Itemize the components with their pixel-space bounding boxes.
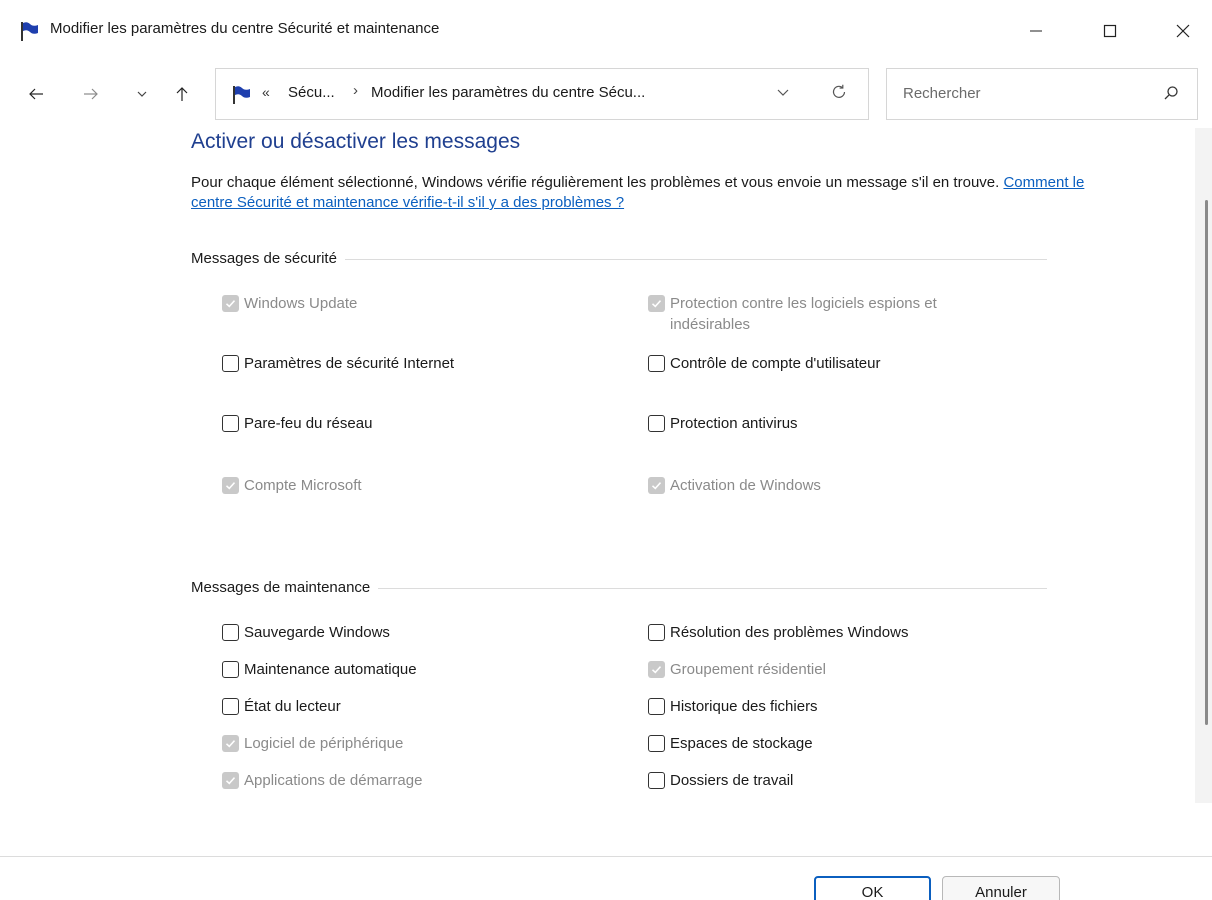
window-title: Modifier les paramètres du centre Sécuri… bbox=[50, 20, 440, 37]
up-button[interactable] bbox=[164, 76, 200, 112]
checkbox-label: Espaces de stockage bbox=[670, 735, 813, 752]
arrow-left-icon bbox=[29, 88, 43, 100]
checkbox-item: Logiciel de périphérique bbox=[222, 733, 403, 754]
chevron-down-icon[interactable] bbox=[776, 85, 790, 99]
checkbox-unchecked-icon[interactable] bbox=[648, 735, 665, 752]
chevron-down-icon bbox=[137, 91, 147, 97]
checkbox-label: Groupement résidentiel bbox=[670, 661, 826, 678]
breadcrumb-separator-icon: › bbox=[353, 82, 358, 99]
page-heading: Activer ou désactiver les messages bbox=[191, 130, 521, 153]
checkbox-item[interactable]: Paramètres de sécurité Internet bbox=[222, 353, 454, 374]
flag-icon bbox=[21, 22, 38, 41]
checkbox-label: Protection contre les logiciels espions … bbox=[670, 295, 937, 333]
scrollbar-track[interactable] bbox=[1195, 128, 1212, 803]
maximize-icon bbox=[1103, 24, 1117, 38]
search-input[interactable]: Rechercher bbox=[886, 68, 1198, 120]
checkbox-label: Pare-feu du réseau bbox=[244, 415, 373, 432]
checkbox-item[interactable]: Historique des fichiers bbox=[648, 696, 818, 717]
breadcrumb-segment-security[interactable]: Sécu... bbox=[288, 84, 335, 101]
title-bar: Modifier les paramètres du centre Sécuri… bbox=[0, 0, 1212, 62]
checkbox-item[interactable]: Espaces de stockage bbox=[648, 733, 813, 754]
checkbox-item[interactable]: Protection antivirus bbox=[648, 413, 798, 434]
checkbox-unchecked-icon[interactable] bbox=[648, 624, 665, 641]
checkbox-label: Historique des fichiers bbox=[670, 698, 818, 715]
navigation-bar: « Sécu... › Modifier les paramètres du c… bbox=[0, 62, 1212, 128]
checkbox-label: Dossiers de travail bbox=[670, 772, 794, 789]
checkbox-item: Windows Update bbox=[222, 293, 357, 314]
checkbox-checked-icon bbox=[222, 295, 239, 312]
checkbox-label: Compte Microsoft bbox=[244, 477, 362, 494]
back-button[interactable] bbox=[18, 76, 54, 112]
checkbox-label: Maintenance automatique bbox=[244, 661, 417, 678]
checkbox-item: Compte Microsoft bbox=[222, 475, 362, 496]
checkbox-item[interactable]: Maintenance automatique bbox=[222, 659, 417, 680]
checkbox-unchecked-icon[interactable] bbox=[648, 355, 665, 372]
checkbox-unchecked-icon[interactable] bbox=[222, 661, 239, 678]
maximize-button[interactable] bbox=[1080, 0, 1140, 62]
forward-button[interactable] bbox=[73, 76, 109, 112]
checkbox-unchecked-icon[interactable] bbox=[222, 355, 239, 372]
intro-paragraph: Pour chaque élément sélectionné, Windows… bbox=[191, 173, 1091, 213]
checkbox-item: Protection contre les logiciels espions … bbox=[648, 293, 1018, 335]
checkbox-label: Windows Update bbox=[244, 295, 358, 312]
checkbox-label: Résolution des problèmes Windows bbox=[670, 624, 909, 641]
checkbox-label: Applications de démarrage bbox=[244, 772, 423, 789]
checkbox-label: Contrôle de compte d'utilisateur bbox=[670, 355, 881, 372]
checkbox-label: État du lecteur bbox=[244, 698, 341, 715]
checkbox-label: Sauvegarde Windows bbox=[244, 624, 390, 641]
checkbox-item[interactable]: Contrôle de compte d'utilisateur bbox=[648, 353, 880, 374]
checkbox-unchecked-icon[interactable] bbox=[222, 415, 239, 432]
checkbox-unchecked-icon[interactable] bbox=[222, 698, 239, 715]
checkbox-unchecked-icon[interactable] bbox=[648, 415, 665, 432]
arrow-up-icon bbox=[176, 87, 188, 101]
checkbox-label: Protection antivirus bbox=[670, 415, 798, 432]
breadcrumb-segment-current[interactable]: Modifier les paramètres du centre Sécu..… bbox=[371, 84, 645, 101]
scrollbar-thumb[interactable] bbox=[1205, 200, 1208, 725]
checkbox-item: Applications de démarrage bbox=[222, 770, 422, 791]
checkbox-checked-icon bbox=[222, 772, 239, 789]
close-icon bbox=[1176, 24, 1190, 38]
checkbox-unchecked-icon[interactable] bbox=[648, 772, 665, 789]
checkbox-label: Activation de Windows bbox=[670, 477, 821, 494]
intro-text: Pour chaque élément sélectionné, Windows… bbox=[191, 174, 1004, 191]
cancel-button[interactable]: Annuler bbox=[942, 876, 1060, 900]
close-button[interactable] bbox=[1153, 0, 1212, 62]
checkbox-item[interactable]: État du lecteur bbox=[222, 696, 341, 717]
checkbox-checked-icon bbox=[222, 735, 239, 752]
checkbox-item: Groupement résidentiel bbox=[648, 659, 826, 680]
checkbox-checked-icon bbox=[222, 477, 239, 494]
checkbox-item: Activation de Windows bbox=[648, 475, 821, 496]
flag-icon bbox=[233, 86, 250, 104]
arrow-right-icon bbox=[84, 88, 98, 100]
checkbox-label: Logiciel de périphérique bbox=[244, 735, 404, 752]
search-icon[interactable] bbox=[1163, 85, 1179, 101]
footer-divider bbox=[0, 856, 1212, 857]
checkbox-item[interactable]: Pare-feu du réseau bbox=[222, 413, 372, 434]
checkbox-checked-icon bbox=[648, 477, 665, 494]
checkbox-item[interactable]: Dossiers de travail bbox=[648, 770, 793, 791]
checkbox-checked-icon bbox=[648, 661, 665, 678]
refresh-icon[interactable] bbox=[830, 83, 848, 101]
minimize-icon bbox=[1030, 30, 1042, 32]
address-overflow-chevron[interactable]: « bbox=[262, 84, 270, 100]
ok-button[interactable]: OK bbox=[814, 876, 931, 900]
checkbox-item[interactable]: Résolution des problèmes Windows bbox=[648, 622, 908, 643]
checkbox-item[interactable]: Sauvegarde Windows bbox=[222, 622, 390, 643]
main-content: Activer ou désactiver les messages Pour … bbox=[0, 128, 1195, 803]
address-bar[interactable]: « Sécu... › Modifier les paramètres du c… bbox=[215, 68, 869, 120]
security-section-title: Messages de sécurité bbox=[191, 250, 345, 267]
maintenance-section-title: Messages de maintenance bbox=[191, 579, 379, 596]
minimize-button[interactable] bbox=[1006, 0, 1066, 62]
checkbox-checked-icon bbox=[648, 295, 665, 312]
checkbox-unchecked-icon[interactable] bbox=[648, 698, 665, 715]
checkbox-label: Paramètres de sécurité Internet bbox=[244, 355, 455, 372]
checkbox-unchecked-icon[interactable] bbox=[222, 624, 239, 641]
search-placeholder: Rechercher bbox=[903, 85, 981, 102]
recent-locations-button[interactable] bbox=[124, 76, 160, 112]
